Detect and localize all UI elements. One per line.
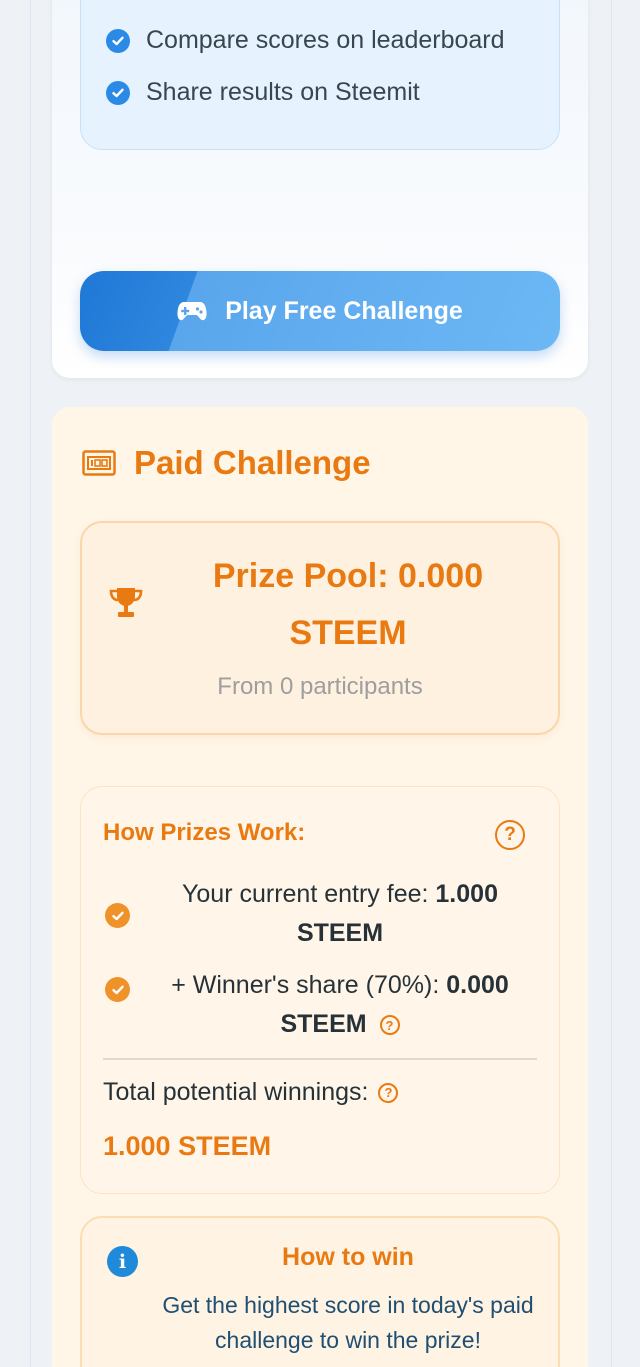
check-circle-icon [105, 977, 130, 1002]
paid-challenge-title: Paid Challenge [134, 444, 371, 481]
prize-pool-amount: Prize Pool: 0.000 STEEM [212, 557, 484, 652]
feature-item: Compare scores on leaderboard [106, 26, 505, 55]
total-winnings-label: Total potential winnings: [103, 1078, 369, 1106]
question-circle-icon[interactable]: ? [378, 1082, 399, 1103]
participants-count: From 0 participants [217, 673, 423, 700]
check-circle-icon [105, 903, 130, 928]
entry-fee-label: Your current entry fee: [182, 880, 429, 908]
entry-fee-line: Your current entry fee: 1.000 STEEM [160, 875, 520, 953]
question-circle-icon[interactable]: ? [379, 1015, 400, 1036]
winner-share-line: + Winner's share (70%): 0.000 STEEM ? [160, 966, 520, 1044]
check-circle-icon [106, 28, 130, 53]
divider [103, 1058, 537, 1060]
gamepad-icon [177, 300, 207, 322]
total-winnings-value: 1.000 STEEM [103, 1131, 272, 1161]
feature-label: Share results on Steemit [146, 78, 420, 106]
how-to-win-text: Get the highest score in today's paid ch… [162, 1292, 534, 1353]
winner-share-label: + Winner's share (70%): [171, 971, 440, 999]
question-circle-icon[interactable]: ? [495, 820, 525, 850]
how-prizes-title: How Prizes Work: [103, 819, 306, 846]
feature-item: Share results on Steemit [106, 78, 420, 107]
free-features-box [80, 0, 560, 150]
feature-label: Compare scores on leaderboard [146, 26, 505, 54]
how-to-win-title: How to win [282, 1243, 414, 1271]
play-button-label: Play Free Challenge [225, 296, 463, 325]
play-free-challenge-button[interactable]: Play Free Challenge [80, 271, 560, 351]
trophy-icon [108, 586, 144, 625]
paid-challenge-heading: Paid Challenge [82, 444, 371, 482]
ticket-icon [82, 450, 116, 476]
total-winnings-row: Total potential winnings: ? [103, 1078, 399, 1107]
info-icon: i [107, 1246, 138, 1277]
check-circle-icon [106, 80, 130, 105]
